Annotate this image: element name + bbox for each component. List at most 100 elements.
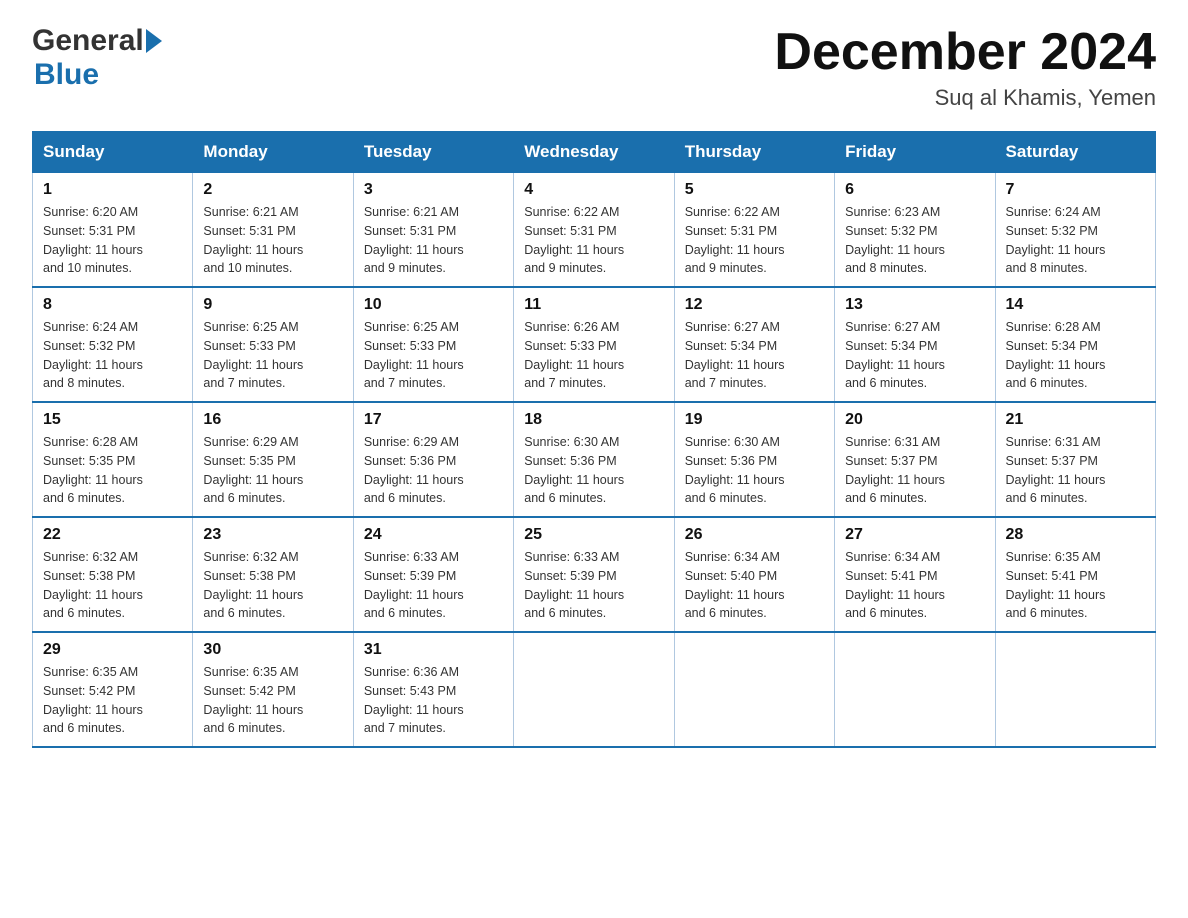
day-info: Sunrise: 6:34 AMSunset: 5:41 PMDaylight:…: [845, 548, 984, 623]
calendar-day-cell: 19Sunrise: 6:30 AMSunset: 5:36 PMDayligh…: [674, 402, 834, 517]
day-info: Sunrise: 6:35 AMSunset: 5:42 PMDaylight:…: [43, 663, 182, 738]
header-saturday: Saturday: [995, 132, 1155, 173]
header-friday: Friday: [835, 132, 995, 173]
day-number: 12: [685, 296, 824, 314]
day-info: Sunrise: 6:21 AMSunset: 5:31 PMDaylight:…: [364, 203, 503, 278]
day-number: 3: [364, 181, 503, 199]
calendar-day-cell: 25Sunrise: 6:33 AMSunset: 5:39 PMDayligh…: [514, 517, 674, 632]
day-info: Sunrise: 6:29 AMSunset: 5:36 PMDaylight:…: [364, 433, 503, 508]
day-number: 11: [524, 296, 663, 314]
logo-general-text: General: [32, 24, 144, 58]
day-number: 5: [685, 181, 824, 199]
calendar-day-cell: 27 Sunrise: 6:34 AMSunset: 5:41 PMDayligh…: [835, 517, 995, 632]
calendar-day-cell: 12 Sunrise: 6:27 AMSunset: 5:34 PMDayligh…: [674, 287, 834, 402]
day-number: 15: [43, 411, 182, 429]
day-info: Sunrise: 6:30 AMSunset: 5:36 PMDaylight:…: [685, 433, 824, 508]
calendar-day-cell: 13 Sunrise: 6:27 AMSunset: 5:34 PMDayligh…: [835, 287, 995, 402]
day-number: 7: [1006, 181, 1145, 199]
day-info: Sunrise: 6:24 AMSunset: 5:32 PMDaylight:…: [1006, 203, 1145, 278]
day-number: 10: [364, 296, 503, 314]
day-info: Sunrise: 6:35 AMSunset: 5:42 PMDaylight:…: [203, 663, 342, 738]
day-info: Sunrise: 6:25 AMSunset: 5:33 PMDaylight:…: [364, 318, 503, 393]
calendar-day-cell: 28 Sunrise: 6:35 AMSunset: 5:41 PMDayligh…: [995, 517, 1155, 632]
calendar-day-cell: 6 Sunrise: 6:23 AMSunset: 5:32 PMDaylight…: [835, 173, 995, 288]
logo-blue-text: Blue: [32, 58, 162, 92]
day-number: 28: [1006, 526, 1145, 544]
calendar-week-1: 1Sunrise: 6:20 AMSunset: 5:31 PMDaylight…: [33, 173, 1156, 288]
day-info: Sunrise: 6:34 AMSunset: 5:40 PMDaylight:…: [685, 548, 824, 623]
calendar-day-cell: 8Sunrise: 6:24 AMSunset: 5:32 PMDaylight…: [33, 287, 193, 402]
calendar-day-cell: 22Sunrise: 6:32 AMSunset: 5:38 PMDayligh…: [33, 517, 193, 632]
header-thursday: Thursday: [674, 132, 834, 173]
calendar-day-cell: 5 Sunrise: 6:22 AMSunset: 5:31 PMDaylight…: [674, 173, 834, 288]
day-number: 6: [845, 181, 984, 199]
calendar-day-cell: 3 Sunrise: 6:21 AMSunset: 5:31 PMDaylight…: [353, 173, 513, 288]
calendar-day-cell: 14 Sunrise: 6:28 AMSunset: 5:34 PMDayligh…: [995, 287, 1155, 402]
calendar-day-cell: 15 Sunrise: 6:28 AMSunset: 5:35 PMDayligh…: [33, 402, 193, 517]
day-number: 25: [524, 526, 663, 544]
header-wednesday: Wednesday: [514, 132, 674, 173]
calendar-day-cell: 31Sunrise: 6:36 AMSunset: 5:43 PMDayligh…: [353, 632, 513, 747]
day-number: 30: [203, 641, 342, 659]
day-number: 29: [43, 641, 182, 659]
calendar-week-2: 8Sunrise: 6:24 AMSunset: 5:32 PMDaylight…: [33, 287, 1156, 402]
day-info: Sunrise: 6:27 AMSunset: 5:34 PMDaylight:…: [845, 318, 984, 393]
day-number: 27: [845, 526, 984, 544]
day-number: 23: [203, 526, 342, 544]
day-info: Sunrise: 6:31 AMSunset: 5:37 PMDaylight:…: [1006, 433, 1145, 508]
calendar-day-cell: 1Sunrise: 6:20 AMSunset: 5:31 PMDaylight…: [33, 173, 193, 288]
day-number: 9: [203, 296, 342, 314]
day-number: 26: [685, 526, 824, 544]
day-info: Sunrise: 6:32 AMSunset: 5:38 PMDaylight:…: [203, 548, 342, 623]
header-monday: Monday: [193, 132, 353, 173]
calendar-week-3: 15 Sunrise: 6:28 AMSunset: 5:35 PMDayligh…: [33, 402, 1156, 517]
calendar-day-cell: 29 Sunrise: 6:35 AMSunset: 5:42 PMDayligh…: [33, 632, 193, 747]
header-sunday: Sunday: [33, 132, 193, 173]
day-info: Sunrise: 6:32 AMSunset: 5:38 PMDaylight:…: [43, 548, 182, 623]
calendar-day-cell: 16 Sunrise: 6:29 AMSunset: 5:35 PMDayligh…: [193, 402, 353, 517]
calendar-day-cell: 30 Sunrise: 6:35 AMSunset: 5:42 PMDayligh…: [193, 632, 353, 747]
calendar-day-cell: 26 Sunrise: 6:34 AMSunset: 5:40 PMDayligh…: [674, 517, 834, 632]
day-info: Sunrise: 6:21 AMSunset: 5:31 PMDaylight:…: [203, 203, 342, 278]
calendar-day-cell: 7 Sunrise: 6:24 AMSunset: 5:32 PMDaylight…: [995, 173, 1155, 288]
main-title: December 2024: [774, 24, 1156, 81]
day-info: Sunrise: 6:30 AMSunset: 5:36 PMDaylight:…: [524, 433, 663, 508]
day-info: Sunrise: 6:27 AMSunset: 5:34 PMDaylight:…: [685, 318, 824, 393]
calendar-day-cell: 2Sunrise: 6:21 AMSunset: 5:31 PMDaylight…: [193, 173, 353, 288]
day-info: Sunrise: 6:28 AMSunset: 5:34 PMDaylight:…: [1006, 318, 1145, 393]
calendar-day-cell: 24Sunrise: 6:33 AMSunset: 5:39 PMDayligh…: [353, 517, 513, 632]
day-info: Sunrise: 6:22 AMSunset: 5:31 PMDaylight:…: [685, 203, 824, 278]
calendar-table: Sunday Monday Tuesday Wednesday Thursday…: [32, 131, 1156, 748]
day-info: Sunrise: 6:29 AMSunset: 5:35 PMDaylight:…: [203, 433, 342, 508]
day-info: Sunrise: 6:26 AMSunset: 5:33 PMDaylight:…: [524, 318, 663, 393]
calendar-day-cell: 23 Sunrise: 6:32 AMSunset: 5:38 PMDayligh…: [193, 517, 353, 632]
day-info: Sunrise: 6:22 AMSunset: 5:31 PMDaylight:…: [524, 203, 663, 278]
day-info: Sunrise: 6:36 AMSunset: 5:43 PMDaylight:…: [364, 663, 503, 738]
day-number: 16: [203, 411, 342, 429]
day-info: Sunrise: 6:35 AMSunset: 5:41 PMDaylight:…: [1006, 548, 1145, 623]
subtitle: Suq al Khamis, Yemen: [774, 85, 1156, 111]
day-info: Sunrise: 6:25 AMSunset: 5:33 PMDaylight:…: [203, 318, 342, 393]
day-info: Sunrise: 6:24 AMSunset: 5:32 PMDaylight:…: [43, 318, 182, 393]
calendar-day-cell: 11 Sunrise: 6:26 AMSunset: 5:33 PMDayligh…: [514, 287, 674, 402]
calendar-day-cell: [995, 632, 1155, 747]
calendar-day-cell: [674, 632, 834, 747]
day-number: 17: [364, 411, 503, 429]
calendar-day-cell: 10 Sunrise: 6:25 AMSunset: 5:33 PMDayligh…: [353, 287, 513, 402]
day-number: 14: [1006, 296, 1145, 314]
day-info: Sunrise: 6:23 AMSunset: 5:32 PMDaylight:…: [845, 203, 984, 278]
calendar-day-cell: [835, 632, 995, 747]
day-number: 18: [524, 411, 663, 429]
calendar-day-cell: [514, 632, 674, 747]
calendar-header-row: Sunday Monday Tuesday Wednesday Thursday…: [33, 132, 1156, 173]
day-info: Sunrise: 6:20 AMSunset: 5:31 PMDaylight:…: [43, 203, 182, 278]
day-info: Sunrise: 6:31 AMSunset: 5:37 PMDaylight:…: [845, 433, 984, 508]
calendar-week-5: 29 Sunrise: 6:35 AMSunset: 5:42 PMDayligh…: [33, 632, 1156, 747]
calendar-day-cell: 18 Sunrise: 6:30 AMSunset: 5:36 PMDayligh…: [514, 402, 674, 517]
day-number: 13: [845, 296, 984, 314]
header-tuesday: Tuesday: [353, 132, 513, 173]
day-info: Sunrise: 6:28 AMSunset: 5:35 PMDaylight:…: [43, 433, 182, 508]
logo: General Blue: [32, 24, 162, 92]
calendar-day-cell: 9 Sunrise: 6:25 AMSunset: 5:33 PMDaylight…: [193, 287, 353, 402]
day-number: 20: [845, 411, 984, 429]
